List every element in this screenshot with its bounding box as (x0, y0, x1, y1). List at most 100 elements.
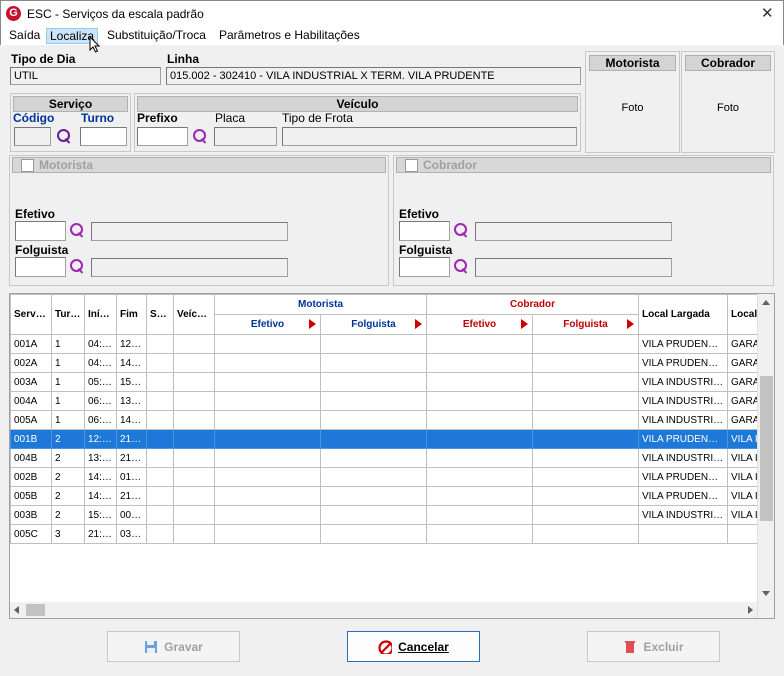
cell-fim[interactable]: 15:10 (116, 372, 147, 392)
cell-turno[interactable]: 1 (51, 391, 85, 411)
cell-inicio[interactable]: 21:10 (84, 524, 117, 544)
cancelar-button[interactable]: Cancelar (347, 631, 480, 662)
cell-cobrador-efetivo[interactable] (426, 410, 533, 430)
cell-turno[interactable]: 2 (51, 429, 85, 449)
cell-cobrador-efetivo[interactable] (426, 334, 533, 354)
cell-fim[interactable]: 03:05 (116, 524, 147, 544)
cell-veiculo[interactable] (173, 334, 215, 354)
cell-cobrador-efetivo[interactable] (426, 391, 533, 411)
cell-cobrador-efetivo[interactable] (426, 486, 533, 506)
scroll-down-icon[interactable] (762, 591, 770, 596)
scroll-left-icon[interactable] (14, 606, 19, 614)
cell-inicio[interactable]: 04:40 (84, 353, 117, 373)
cell-motorista-efetivo[interactable] (214, 524, 321, 544)
tipo-dia-field[interactable]: UTIL (10, 67, 161, 85)
cell-servico[interactable]: 005C (10, 524, 52, 544)
cell-cobrador-efetivo[interactable] (426, 467, 533, 487)
cell-servico[interactable]: 001B (10, 429, 52, 449)
cell-servico[interactable]: 002A (10, 353, 52, 373)
cell-motorista-efetivo[interactable] (214, 410, 321, 430)
cell-seq[interactable] (146, 524, 174, 544)
cell-local-largada[interactable]: VILA INDUSTRIAL (638, 391, 728, 411)
cell-cobrador-folguista[interactable] (532, 391, 639, 411)
cell-fim[interactable]: 14:25 (116, 353, 147, 373)
cell-servico[interactable]: 002B (10, 467, 52, 487)
cell-servico[interactable]: 003A (10, 372, 52, 392)
cell-cobrador-efetivo[interactable] (426, 353, 533, 373)
cell-local-largada[interactable]: VILA INDUSTRIAL (638, 372, 728, 392)
cell-fim[interactable]: 14:45 (116, 410, 147, 430)
cell-inicio[interactable]: 06:45 (84, 410, 117, 430)
cobrador-folguista-search-icon[interactable] (454, 259, 468, 273)
cell-turno[interactable]: 2 (51, 486, 85, 506)
cell-veiculo[interactable] (173, 486, 215, 506)
cell-fim[interactable]: 21:55 (116, 429, 147, 449)
cell-local-largada[interactable]: VILA PRUDENTE ... (638, 429, 728, 449)
scroll-up-icon[interactable] (762, 300, 770, 305)
cell-inicio[interactable]: 13:30 (84, 448, 117, 468)
cell-seq[interactable] (146, 467, 174, 487)
linha-field[interactable]: 015.002 - 302410 - VILA INDUSTRIAL X TER… (166, 67, 581, 85)
cell-local-largada[interactable]: VILA INDUSTRIAL (638, 448, 728, 468)
cell-turno[interactable]: 3 (51, 524, 85, 544)
cell-cobrador-folguista[interactable] (532, 429, 639, 449)
cell-fim[interactable]: 21:15 (116, 448, 147, 468)
cell-local-largada[interactable]: VILA PRUDENTE ... (638, 486, 728, 506)
cell-veiculo[interactable] (173, 372, 215, 392)
cell-seq[interactable] (146, 429, 174, 449)
cell-local-largada[interactable]: VILA INDUSTRIAL (638, 410, 728, 430)
cell-servico[interactable]: 001A (10, 334, 52, 354)
cell-cobrador-folguista[interactable] (532, 410, 639, 430)
cell-inicio[interactable]: 05:00 (84, 372, 117, 392)
close-icon[interactable]: ✕ (761, 4, 774, 22)
motorista-folguista-input[interactable] (15, 257, 66, 277)
codigo-input[interactable] (14, 127, 51, 146)
horizontal-scrollbar[interactable] (10, 602, 757, 618)
cell-veiculo[interactable] (173, 467, 215, 487)
cell-turno[interactable]: 2 (51, 467, 85, 487)
cell-cobrador-folguista[interactable] (532, 353, 639, 373)
cell-veiculo[interactable] (173, 353, 215, 373)
cell-veiculo[interactable] (173, 524, 215, 544)
table-row[interactable]: 005B214:5021:00VILA PRUDENTE ...VILA IND… (10, 486, 774, 506)
cell-motorista-efetivo[interactable] (214, 429, 321, 449)
cell-cobrador-efetivo[interactable] (426, 429, 533, 449)
cell-veiculo[interactable] (173, 448, 215, 468)
cell-servico[interactable]: 003B (10, 505, 52, 525)
prefixo-input[interactable] (137, 127, 188, 146)
header-veiculo[interactable]: Veículo (173, 294, 215, 335)
turno-select[interactable] (80, 127, 127, 146)
table-row[interactable]: 005C 3 21:10 03:05 (10, 524, 774, 544)
cell-motorista-efetivo[interactable] (214, 391, 321, 411)
vertical-scrollbar[interactable] (757, 294, 774, 618)
cell-seq[interactable] (146, 505, 174, 525)
cell-veiculo[interactable] (173, 429, 215, 449)
cobrador-efetivo-input[interactable] (399, 221, 450, 241)
header-local-largada[interactable]: Local Largada (638, 294, 728, 335)
horizontal-scroll-thumb[interactable] (26, 604, 45, 616)
menu-substituicao-troca[interactable]: Substituição/Troca (104, 28, 209, 44)
cobrador-folguista-input[interactable] (399, 257, 450, 277)
cell-motorista-folguista[interactable] (320, 524, 427, 544)
table-row[interactable]: 001B212:5021:55VILA PRUDENTE ...VILA IND… (10, 429, 774, 449)
cell-motorista-folguista[interactable] (320, 391, 427, 411)
cell-turno[interactable]: 1 (51, 334, 85, 354)
cell-seq[interactable] (146, 410, 174, 430)
cell-motorista-folguista[interactable] (320, 429, 427, 449)
table-row[interactable]: 003B215:3000:45VILA INDUSTRIALVILA INDUS… (10, 505, 774, 525)
cell-motorista-efetivo[interactable] (214, 353, 321, 373)
prefixo-search-icon[interactable] (193, 129, 207, 143)
cell-motorista-efetivo[interactable] (214, 467, 321, 487)
cell-seq[interactable] (146, 334, 174, 354)
cell-cobrador-folguista[interactable] (532, 334, 639, 354)
gravar-button[interactable]: Gravar (107, 631, 240, 662)
cell-veiculo[interactable] (173, 391, 215, 411)
header-cobrador-folguista[interactable]: Folguista (532, 314, 639, 335)
cell-inicio[interactable]: 04:15 (84, 334, 117, 354)
cell-local-largada[interactable]: VILA PRUDENTE ... (638, 467, 728, 487)
header-seq[interactable]: Seq. (146, 294, 174, 335)
menu-saida[interactable]: Saída (6, 28, 43, 44)
cell-motorista-folguista[interactable] (320, 448, 427, 468)
cobrador-checkbox[interactable] (405, 159, 418, 172)
cell-local-largada[interactable]: VILA PRUDENTE ... (638, 334, 728, 354)
